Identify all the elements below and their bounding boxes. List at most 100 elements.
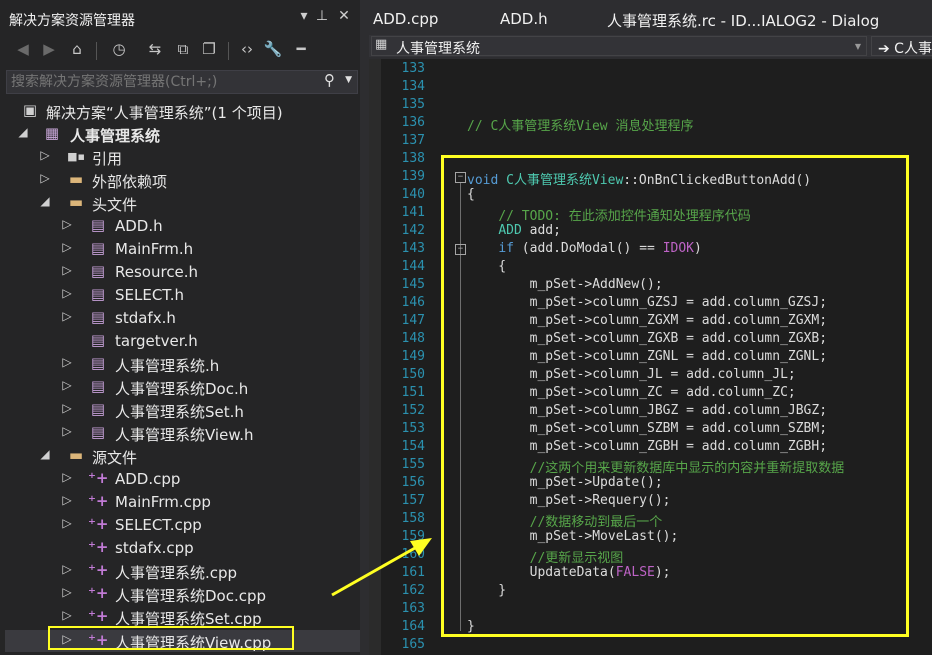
project-combo-value: 人事管理系统	[396, 41, 480, 57]
pin-icon[interactable]: ⊥	[314, 8, 330, 24]
tree-item-source-file[interactable]: ▷ ⁺+ MainFrm.cpp	[0, 491, 360, 514]
tree-item-label: 人事管理系统Doc.cpp	[115, 587, 267, 605]
line-number: 158	[401, 511, 425, 526]
tree-item-label: 人事管理系统.cpp	[115, 564, 238, 582]
expanded-arrow-icon[interactable]: ◢	[16, 125, 30, 139]
tree-item-header-file[interactable]: ▷ ▤ stdafx.h	[0, 307, 360, 330]
line-number: 148	[401, 331, 425, 346]
tree-item-label: ADD.h	[115, 217, 163, 235]
collapsed-arrow-icon[interactable]: ▷	[60, 217, 74, 231]
header-file-icon: ▤	[90, 262, 106, 280]
tab-rc-dialog[interactable]: 人事管理系统.rc - ID...IALOG2 - Dialog	[607, 10, 879, 31]
collapsed-arrow-icon[interactable]: ▷	[60, 424, 74, 438]
tree-item-header-file[interactable]: ▷ ▤ SELECT.h	[0, 284, 360, 307]
line-number: 146	[401, 295, 425, 310]
line-number: 138	[401, 151, 425, 166]
search-options-dropdown-icon[interactable]: ▼	[345, 75, 352, 85]
project-combo[interactable]: ▦ 人事管理系统 ▼	[371, 36, 867, 57]
line-number: 151	[401, 385, 425, 400]
search-icon[interactable]: ⚲	[324, 71, 335, 89]
tree-item-header-file[interactable]: ▤ targetver.h	[0, 330, 360, 353]
collapsed-arrow-icon[interactable]: ▷	[38, 148, 52, 162]
collapsed-arrow-icon[interactable]: ▷	[60, 378, 74, 392]
cpp-file-icon: ⁺+	[88, 607, 109, 625]
tree-item-solution[interactable]: ▣ 解决方案“人事管理系统”(1 个项目)	[0, 100, 360, 123]
chevron-down-icon[interactable]: ▼	[855, 42, 861, 51]
tab-add-h[interactable]: ADD.h	[500, 10, 548, 28]
tree-item-label: Resource.h	[115, 263, 199, 281]
tree-item-label: 人事管理系统.h	[115, 357, 220, 375]
close-icon[interactable]: ✕	[336, 8, 352, 24]
tree-item-header-file[interactable]: ▷ ▤ ADD.h	[0, 215, 360, 238]
show-all-icon[interactable]: ❐	[198, 40, 220, 58]
tree-item-label: SELECT.cpp	[115, 516, 202, 534]
collapsed-arrow-icon[interactable]: ▷	[60, 562, 74, 576]
properties-icon[interactable]: 🔧	[262, 40, 284, 58]
code-line[interactable]: // C人事管理系统View 消息处理程序	[467, 115, 693, 134]
search-input[interactable]	[11, 72, 311, 92]
history-icon[interactable]: ◷	[108, 40, 130, 58]
panel-splitter[interactable]	[360, 0, 369, 655]
explorer-toolbar: ◀ ▶ ⌂ ◷ ⇆ ⧉ ❐ ‹› 🔧 ━	[0, 36, 360, 66]
tree-item-header-folder[interactable]: ◢ ▬ 头文件	[0, 192, 360, 215]
collapsed-arrow-icon[interactable]: ▷	[38, 171, 52, 185]
folder-icon: ▬	[68, 170, 84, 188]
collapsed-arrow-icon[interactable]: ▷	[60, 608, 74, 622]
search-box: ⚲ ▼	[6, 70, 358, 94]
header-file-icon: ▤	[90, 239, 106, 257]
tree-item-header-file[interactable]: ▷ ▤ Resource.h	[0, 261, 360, 284]
tree-item-source-file[interactable]: ⁺+ stdafx.cpp	[0, 537, 360, 560]
tree-item-source-folder[interactable]: ◢ ▬ 源文件	[0, 445, 360, 468]
collapsed-arrow-icon[interactable]: ▷	[60, 585, 74, 599]
tree-item-external-deps[interactable]: ▷ ▬ 外部依赖项	[0, 169, 360, 192]
collapsed-arrow-icon[interactable]: ▷	[60, 470, 74, 484]
collapsed-arrow-icon[interactable]: ▷	[60, 309, 74, 323]
home-icon[interactable]: ⌂	[66, 40, 88, 58]
expanded-arrow-icon[interactable]: ◢	[38, 194, 52, 208]
collapsed-arrow-icon[interactable]: ▷	[60, 263, 74, 277]
tree-item-source-file[interactable]: ▷ ⁺+ SELECT.cpp	[0, 514, 360, 537]
line-number: 155	[401, 457, 425, 472]
tab-add-cpp[interactable]: ADD.cpp	[373, 10, 438, 28]
line-number: 159	[401, 529, 425, 544]
tree-item-source-file[interactable]: ▷ ⁺+ 人事管理系统Doc.cpp	[0, 583, 360, 606]
tree-item-header-file[interactable]: ▷ ▤ MainFrm.h	[0, 238, 360, 261]
panel-title: 解决方案资源管理器	[9, 13, 135, 29]
preview-icon[interactable]: ━	[290, 40, 312, 58]
header-file-icon: ▤	[90, 377, 106, 395]
view-code-icon[interactable]: ‹›	[236, 40, 258, 58]
navigation-bar: ▦ 人事管理系统 ▼ ➔ C人事	[369, 35, 932, 57]
tree-item-label: MainFrm.h	[115, 240, 194, 258]
expanded-arrow-icon[interactable]: ◢	[38, 447, 52, 461]
forward-icon[interactable]: ▶	[38, 40, 60, 58]
collapsed-arrow-icon[interactable]: ▷	[60, 355, 74, 369]
header-file-icon: ▤	[90, 308, 106, 326]
tree-item-project[interactable]: ◢ ▦ 人事管理系统	[0, 123, 360, 146]
collapsed-arrow-icon[interactable]: ▷	[60, 401, 74, 415]
tree-item-header-file[interactable]: ▷ ▤ 人事管理系统View.h	[0, 422, 360, 445]
tree-item-header-file[interactable]: ▷ ▤ 人事管理系统Doc.h	[0, 376, 360, 399]
collapse-icon[interactable]: ⧉	[172, 40, 194, 58]
tree-item-header-file[interactable]: ▷ ▤ 人事管理系统.h	[0, 353, 360, 376]
scope-combo[interactable]: ➔ C人事	[871, 36, 932, 57]
tree-item-label: 头文件	[92, 196, 138, 214]
sync-icon[interactable]: ⇆	[144, 40, 166, 58]
cpp-file-icon: ⁺+	[88, 515, 109, 533]
header-file-icon: ▤	[90, 423, 106, 441]
collapsed-arrow-icon[interactable]: ▷	[60, 516, 74, 530]
indicator-margin	[369, 59, 381, 655]
tree-item-references[interactable]: ▷ ■▪ 引用	[0, 146, 360, 169]
back-icon[interactable]: ◀	[12, 40, 34, 58]
tree-item-header-file[interactable]: ▷ ▤ 人事管理系统Set.h	[0, 399, 360, 422]
line-number: 154	[401, 439, 425, 454]
collapsed-arrow-icon[interactable]: ▷	[60, 240, 74, 254]
editor-tab-strip: ADD.cpp ADD.h 人事管理系统.rc - ID...IALOG2 - …	[369, 8, 932, 32]
tree-item-label: SELECT.h	[115, 286, 184, 304]
tree-item-source-file[interactable]: ▷ ⁺+ 人事管理系统.cpp	[0, 560, 360, 583]
collapsed-arrow-icon[interactable]: ▷	[60, 493, 74, 507]
dock-dropdown-icon[interactable]: ▾	[296, 8, 312, 24]
tree-item-source-file[interactable]: ▷ ⁺+ ADD.cpp	[0, 468, 360, 491]
collapsed-arrow-icon[interactable]: ▷	[60, 286, 74, 300]
line-number: 145	[401, 277, 425, 292]
line-number: 133	[401, 61, 425, 76]
